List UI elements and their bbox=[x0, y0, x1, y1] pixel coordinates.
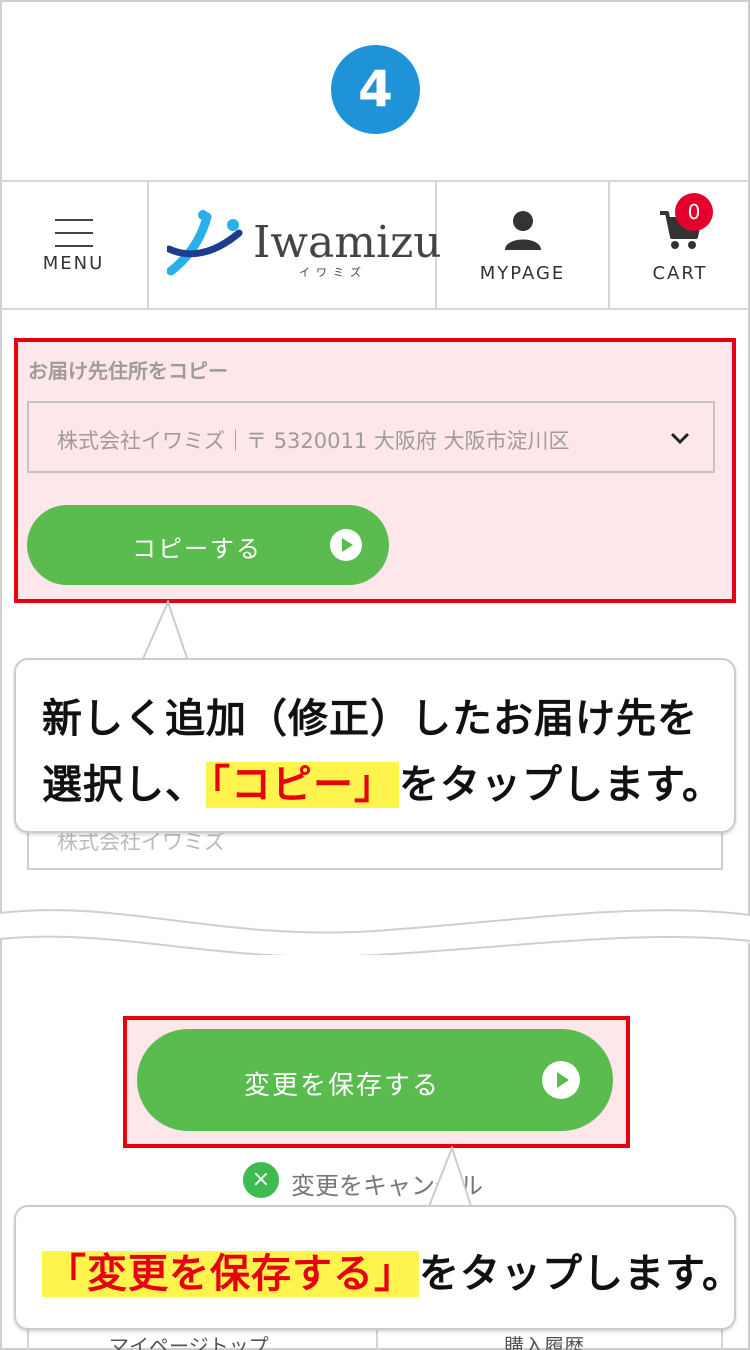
callout2-suffix: をタップします。 bbox=[419, 1251, 743, 1297]
nav-purchase-history[interactable]: 購入履歴 bbox=[504, 1330, 584, 1350]
nav-mypage-top[interactable]: マイページトップ bbox=[109, 1330, 269, 1350]
callout1-prefix: 選択し、 bbox=[42, 762, 206, 808]
address-select-value: 株式会社イワミズ｜〒 5320011 大阪府 大阪市淀川区 bbox=[57, 429, 570, 453]
person-icon bbox=[505, 211, 541, 250]
site-header: MENU Iwamizu イワミズ MYPAGE CART bbox=[0, 181, 750, 310]
menu-label: MENU bbox=[42, 253, 105, 274]
play-arrow-icon bbox=[330, 529, 362, 561]
wavy-divider bbox=[0, 909, 750, 955]
save-button-label: 変更を保存する bbox=[243, 1071, 440, 1101]
menu-button[interactable]: MENU bbox=[0, 181, 149, 309]
callout2-text: 「変更を保存する」 をタップします。 bbox=[42, 1241, 743, 1299]
copy-button[interactable]: コピーする bbox=[27, 505, 389, 585]
mypage-label: MYPAGE bbox=[479, 263, 566, 284]
cart-count-badge: 0 bbox=[675, 193, 713, 231]
logo-kana: イワミズ bbox=[299, 266, 367, 279]
callout1-line1: 新しく追加（修正）したお届け先を bbox=[42, 696, 698, 742]
site-logo[interactable]: Iwamizu イワミズ bbox=[149, 181, 442, 309]
play-arrow-icon bbox=[542, 1061, 580, 1099]
address-select[interactable]: 株式会社イワミズ｜〒 5320011 大阪府 大阪市淀川区 bbox=[27, 401, 715, 473]
copy-section-title: お届け先住所をコピー bbox=[28, 359, 228, 383]
logo-text: Iwamizu bbox=[253, 217, 442, 268]
callout1-suffix: をタップします。 bbox=[399, 762, 723, 808]
callout-pointer bbox=[141, 600, 189, 662]
callout-pointer bbox=[427, 1146, 473, 1210]
save-changes-button[interactable]: 変更を保存する bbox=[137, 1029, 613, 1131]
instruction-callout-2: 「変更を保存する」 をタップします。 bbox=[14, 1205, 742, 1330]
logo-mark-icon bbox=[167, 210, 243, 276]
close-icon: × bbox=[243, 1162, 279, 1198]
cart-label: CART bbox=[652, 263, 708, 284]
callout1-highlight: 「コピー」 bbox=[206, 762, 399, 808]
callout1-line2: 選択し、 「コピー」 をタップします。 bbox=[42, 752, 723, 810]
copy-button-label: コピーする bbox=[132, 535, 262, 563]
mypage-button[interactable]: MYPAGE bbox=[437, 181, 610, 309]
callout2-highlight: 「変更を保存する」 bbox=[42, 1251, 419, 1297]
instruction-callout-1: 新しく追加（修正）したお届け先を 選択し、 「コピー」 をタップします。 bbox=[14, 658, 736, 833]
chevron-down-icon bbox=[670, 432, 690, 445]
step-number-badge: 4 bbox=[331, 45, 420, 134]
